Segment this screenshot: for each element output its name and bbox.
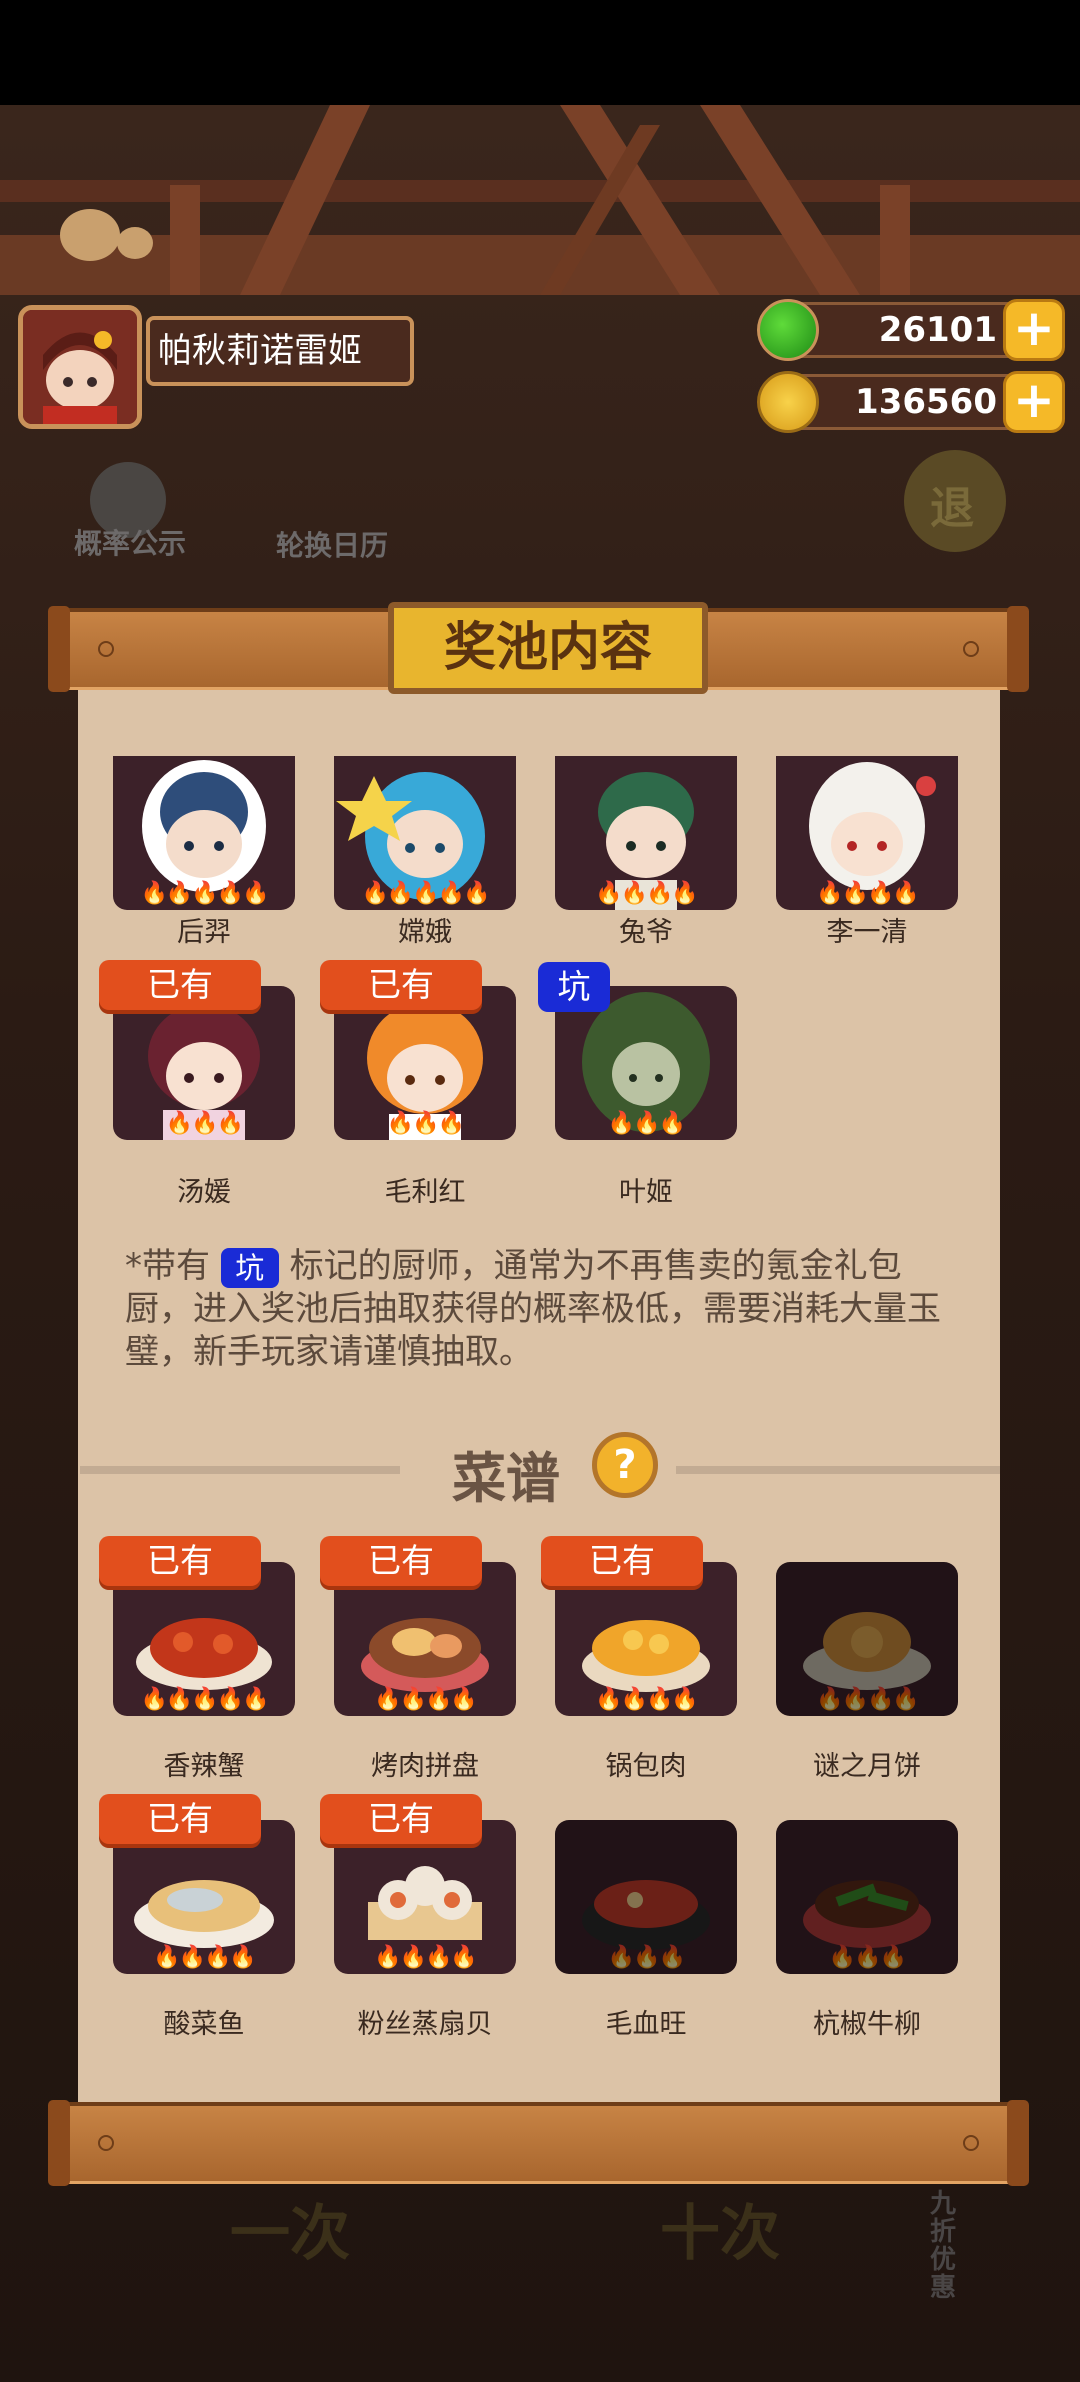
owned-badge: 已有 xyxy=(99,960,261,1010)
recipe-name: 粉丝蒸扇贝 xyxy=(357,2009,493,2040)
ten-draw-label: 十次 xyxy=(660,2199,780,2269)
jade-value: 26101 xyxy=(878,310,997,350)
calendar-link[interactable]: 轮换日历 xyxy=(276,524,388,564)
jade-counter: 26101 + xyxy=(757,299,1065,361)
recipes-header: 菜谱 ? xyxy=(80,1432,1000,1510)
add-coin-button[interactable]: + xyxy=(1003,371,1065,433)
owned-badge: 已有 xyxy=(99,1794,261,1844)
coin-counter: 136560 + xyxy=(757,371,1065,433)
player-avatar[interactable] xyxy=(18,305,142,429)
chef-name: 后羿 xyxy=(177,917,231,948)
recipe-card-hangjiao[interactable]: 🔥🔥🔥 xyxy=(776,1820,958,1974)
owned-badge: 已有 xyxy=(320,960,482,1010)
chef-card-houyi[interactable]: 🔥🔥🔥🔥🔥 xyxy=(113,756,295,910)
recipe-name: 锅包肉 xyxy=(605,1751,687,1782)
discount-label: 九折优惠 xyxy=(930,2189,957,2303)
recipe-card-maoxuewang[interactable]: 🔥🔥🔥 xyxy=(555,1820,737,1974)
coin-value: 136560 xyxy=(855,382,997,422)
pool-title: 奖池内容 xyxy=(388,602,708,694)
player-name: 帕秋莉诺雷姬 xyxy=(146,316,414,386)
owned-badge: 已有 xyxy=(320,1794,482,1844)
help-button[interactable]: ? xyxy=(592,1432,658,1498)
probability-link[interactable]: 概率公示 xyxy=(74,522,186,562)
recipe-name: 谜之月饼 xyxy=(813,1751,921,1782)
chef-name: 汤媛 xyxy=(177,1177,231,1208)
chef-name: 毛利红 xyxy=(384,1177,466,1208)
coin-icon xyxy=(757,371,819,433)
recipe-name: 杭椒牛柳 xyxy=(813,2009,921,2040)
chef-name: 叶姬 xyxy=(619,1177,673,1208)
owned-badge: 已有 xyxy=(541,1536,703,1586)
exit-label: 退 xyxy=(930,483,974,534)
chef-name: 兔爷 xyxy=(619,917,673,948)
add-jade-button[interactable]: + xyxy=(1003,299,1065,361)
recipes-title: 菜谱 xyxy=(452,1447,560,1510)
chef-card-liyiqing[interactable]: 🔥🔥🔥🔥 xyxy=(776,756,958,910)
note-prefix: *带有 xyxy=(125,1246,210,1286)
chef-card-change[interactable]: 🔥🔥🔥🔥🔥 xyxy=(334,756,516,910)
recipe-name: 香辣蟹 xyxy=(163,1751,245,1782)
recipe-card-yuebing[interactable]: 🔥🔥🔥🔥 xyxy=(776,1562,958,1716)
chef-card-tuye[interactable]: 🔥🔥🔥🔥 xyxy=(555,756,737,910)
chef-name: 嫦娥 xyxy=(398,917,452,948)
pit-badge: 坑 xyxy=(538,962,610,1012)
bottom-scroll-rod xyxy=(48,2100,1029,2186)
single-draw-label: 一次 xyxy=(230,2199,350,2269)
owned-badge: 已有 xyxy=(320,1536,482,1586)
jade-icon xyxy=(757,299,819,361)
recipe-name: 毛血旺 xyxy=(605,2009,687,2040)
recipe-name: 烤肉拼盘 xyxy=(371,1751,479,1782)
pit-note: *带有 坑 标记的厨师，通常为不再售卖的氪金礼包厨，进入奖池后抽取获得的概率极低… xyxy=(125,1245,965,1374)
pit-inline-badge: 坑 xyxy=(220,1247,279,1288)
chef-name: 李一清 xyxy=(826,917,908,948)
recipe-name: 酸菜鱼 xyxy=(163,2009,245,2040)
owned-badge: 已有 xyxy=(99,1536,261,1586)
wooden-beams xyxy=(0,105,1080,295)
